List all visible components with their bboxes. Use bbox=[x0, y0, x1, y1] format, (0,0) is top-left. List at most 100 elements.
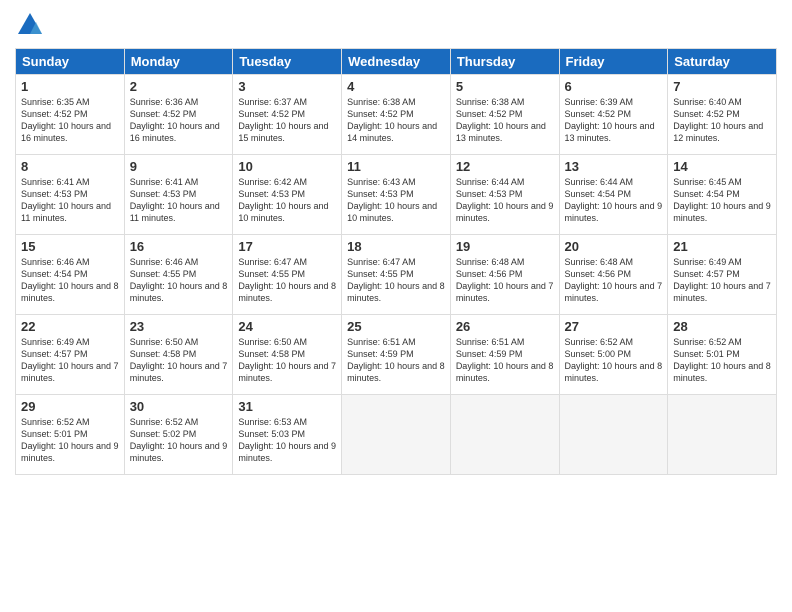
calendar-header-row: SundayMondayTuesdayWednesdayThursdayFrid… bbox=[16, 49, 777, 75]
day-number: 5 bbox=[456, 79, 554, 94]
calendar-day-header: Friday bbox=[559, 49, 668, 75]
day-number: 6 bbox=[565, 79, 663, 94]
header bbox=[15, 10, 777, 40]
calendar-cell: 8 Sunrise: 6:41 AMSunset: 4:53 PMDaylight… bbox=[16, 155, 125, 235]
calendar-cell bbox=[559, 395, 668, 475]
day-number: 18 bbox=[347, 239, 445, 254]
calendar-cell: 16 Sunrise: 6:46 AMSunset: 4:55 PMDayligh… bbox=[124, 235, 233, 315]
calendar-day-header: Saturday bbox=[668, 49, 777, 75]
day-number: 7 bbox=[673, 79, 771, 94]
logo bbox=[15, 10, 49, 40]
calendar-week-row: 22 Sunrise: 6:49 AMSunset: 4:57 PMDayligh… bbox=[16, 315, 777, 395]
day-info: Sunrise: 6:41 AMSunset: 4:53 PMDaylight:… bbox=[21, 176, 119, 225]
day-number: 22 bbox=[21, 319, 119, 334]
calendar-cell: 28Sunrise: 6:52 AMSunset: 5:01 PMDayligh… bbox=[668, 315, 777, 395]
day-number: 27 bbox=[565, 319, 663, 334]
calendar-cell: 19 Sunrise: 6:48 AMSunset: 4:56 PMDayligh… bbox=[450, 235, 559, 315]
calendar-cell: 5 Sunrise: 6:38 AMSunset: 4:52 PMDaylight… bbox=[450, 75, 559, 155]
day-info: Sunrise: 6:53 AMSunset: 5:03 PMDaylight:… bbox=[238, 416, 336, 465]
calendar-cell: 29Sunrise: 6:52 AMSunset: 5:01 PMDayligh… bbox=[16, 395, 125, 475]
day-number: 21 bbox=[673, 239, 771, 254]
calendar-cell bbox=[342, 395, 451, 475]
calendar-day-header: Tuesday bbox=[233, 49, 342, 75]
calendar-cell: 1 Sunrise: 6:35 AMSunset: 4:52 PMDaylight… bbox=[16, 75, 125, 155]
calendar-cell bbox=[668, 395, 777, 475]
calendar-week-row: 8 Sunrise: 6:41 AMSunset: 4:53 PMDaylight… bbox=[16, 155, 777, 235]
day-number: 4 bbox=[347, 79, 445, 94]
page: SundayMondayTuesdayWednesdayThursdayFrid… bbox=[0, 0, 792, 612]
calendar-cell: 13Sunrise: 6:44 AMSunset: 4:54 PMDayligh… bbox=[559, 155, 668, 235]
day-info: Sunrise: 6:40 AMSunset: 4:52 PMDaylight:… bbox=[673, 96, 771, 145]
day-number: 8 bbox=[21, 159, 119, 174]
day-info: Sunrise: 6:38 AMSunset: 4:52 PMDaylight:… bbox=[456, 96, 554, 145]
day-number: 20 bbox=[565, 239, 663, 254]
day-number: 17 bbox=[238, 239, 336, 254]
day-number: 2 bbox=[130, 79, 228, 94]
day-number: 9 bbox=[130, 159, 228, 174]
day-number: 25 bbox=[347, 319, 445, 334]
day-number: 16 bbox=[130, 239, 228, 254]
day-info: Sunrise: 6:35 AMSunset: 4:52 PMDaylight:… bbox=[21, 96, 119, 145]
day-info: Sunrise: 6:42 AMSunset: 4:53 PMDaylight:… bbox=[238, 176, 336, 225]
calendar-week-row: 1 Sunrise: 6:35 AMSunset: 4:52 PMDaylight… bbox=[16, 75, 777, 155]
calendar-cell: 31 Sunrise: 6:53 AMSunset: 5:03 PMDayligh… bbox=[233, 395, 342, 475]
day-info: Sunrise: 6:46 AMSunset: 4:54 PMDaylight:… bbox=[21, 256, 119, 305]
calendar-cell: 27 Sunrise: 6:52 AMSunset: 5:00 PMDayligh… bbox=[559, 315, 668, 395]
calendar-cell: 25Sunrise: 6:51 AMSunset: 4:59 PMDayligh… bbox=[342, 315, 451, 395]
day-info: Sunrise: 6:48 AMSunset: 4:56 PMDaylight:… bbox=[456, 256, 554, 305]
day-info: Sunrise: 6:38 AMSunset: 4:52 PMDaylight:… bbox=[347, 96, 445, 145]
day-info: Sunrise: 6:50 AMSunset: 4:58 PMDaylight:… bbox=[238, 336, 336, 385]
day-info: Sunrise: 6:47 AMSunset: 4:55 PMDaylight:… bbox=[347, 256, 445, 305]
calendar-cell: 22 Sunrise: 6:49 AMSunset: 4:57 PMDayligh… bbox=[16, 315, 125, 395]
day-number: 30 bbox=[130, 399, 228, 414]
calendar-cell: 26 Sunrise: 6:51 AMSunset: 4:59 PMDayligh… bbox=[450, 315, 559, 395]
day-info: Sunrise: 6:45 AMSunset: 4:54 PMDaylight:… bbox=[673, 176, 771, 225]
day-number: 29 bbox=[21, 399, 119, 414]
day-info: Sunrise: 6:43 AMSunset: 4:53 PMDaylight:… bbox=[347, 176, 445, 225]
calendar-day-header: Thursday bbox=[450, 49, 559, 75]
day-number: 28 bbox=[673, 319, 771, 334]
calendar: SundayMondayTuesdayWednesdayThursdayFrid… bbox=[15, 48, 777, 475]
calendar-cell: 21 Sunrise: 6:49 AMSunset: 4:57 PMDayligh… bbox=[668, 235, 777, 315]
day-info: Sunrise: 6:50 AMSunset: 4:58 PMDaylight:… bbox=[130, 336, 228, 385]
day-info: Sunrise: 6:49 AMSunset: 4:57 PMDaylight:… bbox=[673, 256, 771, 305]
day-info: Sunrise: 6:51 AMSunset: 4:59 PMDaylight:… bbox=[456, 336, 554, 385]
calendar-cell: 24 Sunrise: 6:50 AMSunset: 4:58 PMDayligh… bbox=[233, 315, 342, 395]
calendar-cell: 17 Sunrise: 6:47 AMSunset: 4:55 PMDayligh… bbox=[233, 235, 342, 315]
calendar-cell: 18 Sunrise: 6:47 AMSunset: 4:55 PMDayligh… bbox=[342, 235, 451, 315]
day-info: Sunrise: 6:39 AMSunset: 4:52 PMDaylight:… bbox=[565, 96, 663, 145]
day-number: 1 bbox=[21, 79, 119, 94]
calendar-cell: 30 Sunrise: 6:52 AMSunset: 5:02 PMDayligh… bbox=[124, 395, 233, 475]
day-info: Sunrise: 6:49 AMSunset: 4:57 PMDaylight:… bbox=[21, 336, 119, 385]
day-number: 15 bbox=[21, 239, 119, 254]
calendar-cell: 6 Sunrise: 6:39 AMSunset: 4:52 PMDaylight… bbox=[559, 75, 668, 155]
calendar-cell: 10 Sunrise: 6:42 AMSunset: 4:53 PMDayligh… bbox=[233, 155, 342, 235]
day-info: Sunrise: 6:44 AMSunset: 4:54 PMDaylight:… bbox=[565, 176, 663, 225]
day-number: 26 bbox=[456, 319, 554, 334]
day-info: Sunrise: 6:48 AMSunset: 4:56 PMDaylight:… bbox=[565, 256, 663, 305]
calendar-cell: 15 Sunrise: 6:46 AMSunset: 4:54 PMDayligh… bbox=[16, 235, 125, 315]
calendar-cell: 14Sunrise: 6:45 AMSunset: 4:54 PMDayligh… bbox=[668, 155, 777, 235]
day-number: 23 bbox=[130, 319, 228, 334]
day-number: 19 bbox=[456, 239, 554, 254]
calendar-cell: 7 Sunrise: 6:40 AMSunset: 4:52 PMDaylight… bbox=[668, 75, 777, 155]
calendar-day-header: Wednesday bbox=[342, 49, 451, 75]
calendar-cell: 23 Sunrise: 6:50 AMSunset: 4:58 PMDayligh… bbox=[124, 315, 233, 395]
day-info: Sunrise: 6:47 AMSunset: 4:55 PMDaylight:… bbox=[238, 256, 336, 305]
calendar-cell: 2 Sunrise: 6:36 AMSunset: 4:52 PMDaylight… bbox=[124, 75, 233, 155]
day-info: Sunrise: 6:46 AMSunset: 4:55 PMDaylight:… bbox=[130, 256, 228, 305]
calendar-cell: 20 Sunrise: 6:48 AMSunset: 4:56 PMDayligh… bbox=[559, 235, 668, 315]
day-info: Sunrise: 6:44 AMSunset: 4:53 PMDaylight:… bbox=[456, 176, 554, 225]
day-info: Sunrise: 6:52 AMSunset: 5:00 PMDaylight:… bbox=[565, 336, 663, 385]
day-number: 24 bbox=[238, 319, 336, 334]
calendar-cell: 12 Sunrise: 6:44 AMSunset: 4:53 PMDayligh… bbox=[450, 155, 559, 235]
day-number: 11 bbox=[347, 159, 445, 174]
calendar-cell: 3Sunrise: 6:37 AMSunset: 4:52 PMDaylight… bbox=[233, 75, 342, 155]
day-number: 12 bbox=[456, 159, 554, 174]
calendar-cell: 11 Sunrise: 6:43 AMSunset: 4:53 PMDayligh… bbox=[342, 155, 451, 235]
day-info: Sunrise: 6:52 AMSunset: 5:02 PMDaylight:… bbox=[130, 416, 228, 465]
calendar-day-header: Sunday bbox=[16, 49, 125, 75]
day-info: Sunrise: 6:36 AMSunset: 4:52 PMDaylight:… bbox=[130, 96, 228, 145]
day-number: 10 bbox=[238, 159, 336, 174]
day-number: 31 bbox=[238, 399, 336, 414]
